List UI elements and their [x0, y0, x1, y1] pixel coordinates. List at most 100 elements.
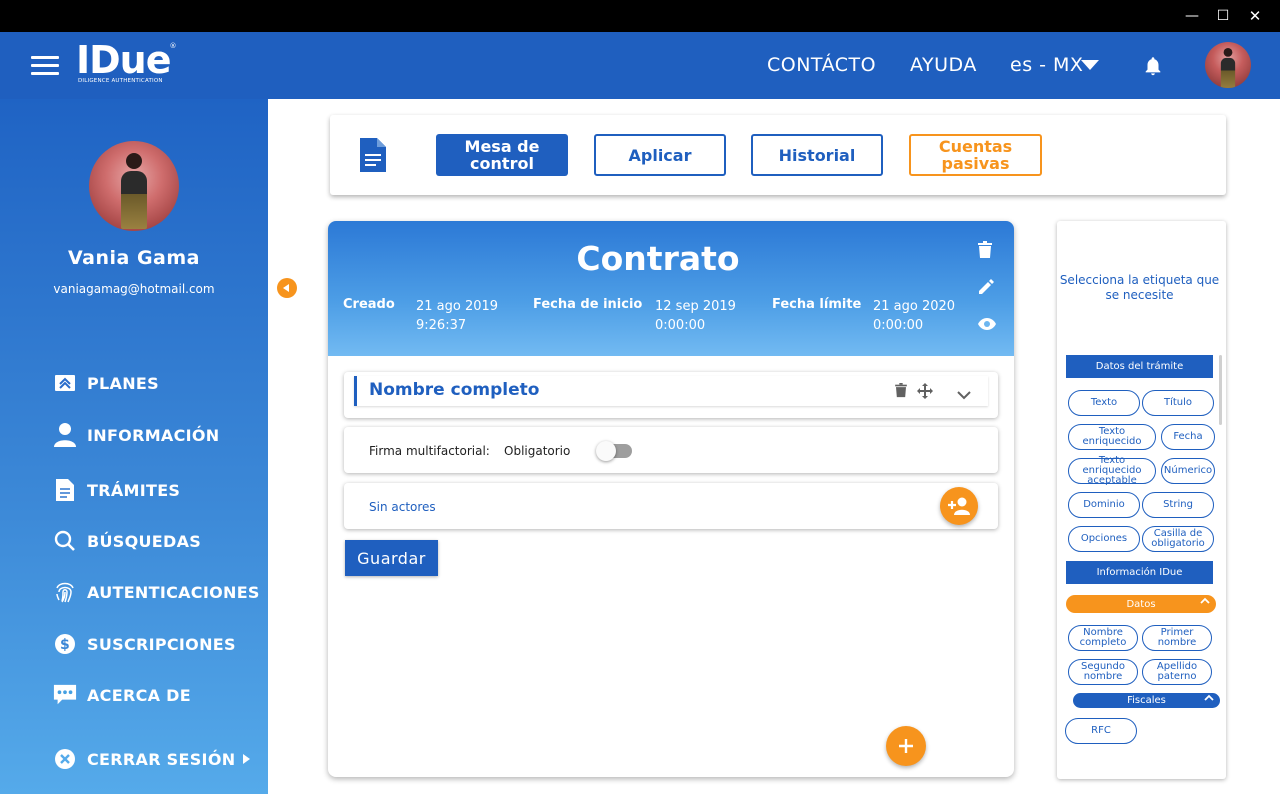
chevron-up-icon: [1204, 694, 1214, 705]
tag-fecha[interactable]: Fecha: [1161, 424, 1215, 450]
add-actor-button[interactable]: [940, 487, 978, 525]
mfa-toggle[interactable]: [596, 441, 632, 461]
save-button[interactable]: Guardar: [345, 540, 438, 576]
trash-icon[interactable]: [895, 383, 907, 402]
tag-texto[interactable]: Texto: [1068, 390, 1140, 416]
user-name: Vania Gama: [68, 247, 200, 269]
field-card-full-name: Nombre completo: [344, 372, 998, 418]
sidebar-item-label: AUTENTICACIONES: [87, 582, 260, 602]
logout-label: CERRAR SESIÓN: [87, 749, 236, 769]
collapse-sidebar-button[interactable]: [277, 278, 297, 298]
sidebar-item-label: TRÁMITES: [87, 480, 181, 500]
add-field-button[interactable]: [886, 726, 926, 766]
search-icon: [53, 529, 77, 553]
chevron-down-icon[interactable]: [1081, 60, 1099, 70]
tag-primer-nombre[interactable]: Primer nombre: [1142, 625, 1212, 651]
section-idue-header: Información IDue: [1066, 561, 1213, 584]
tag-string[interactable]: String: [1142, 492, 1214, 518]
tag-texto-enriquecido-aceptable[interactable]: Texto enriquecido aceptable: [1068, 456, 1156, 486]
dollar-icon: $: [53, 632, 77, 656]
contract-title: Contrato: [576, 239, 740, 278]
close-circle-icon: [53, 747, 77, 771]
sidebar-item-label: ACERCA DE: [87, 685, 191, 705]
sidebar-item-label: INFORMACIÓN: [87, 425, 220, 445]
nav-help-link[interactable]: AYUDA: [910, 54, 977, 76]
move-icon[interactable]: [917, 383, 933, 403]
actors-text: Sin actores: [369, 500, 436, 514]
chevron-down-icon[interactable]: [957, 385, 971, 404]
section-tramite-header: Datos del trámite: [1066, 355, 1213, 378]
window-titlebar: — ☐ ✕: [0, 0, 1280, 32]
sidebar-item-tramites[interactable]: TRÁMITES: [53, 478, 180, 502]
field-header[interactable]: Nombre completo: [354, 376, 988, 406]
tag-apellido-paterno[interactable]: Apellido paterno: [1142, 659, 1212, 685]
tag-texto-enriquecido[interactable]: Texto enriquecido: [1068, 424, 1156, 450]
contract-header: Contrato Creado 21 ago 2019 9:26:37 Fecha…: [328, 221, 1014, 356]
language-selector[interactable]: es - MX: [1010, 54, 1083, 76]
tag-casilla-obligatorio[interactable]: Casilla de obligatorio: [1142, 526, 1214, 552]
document-icon[interactable]: [360, 138, 386, 176]
user-email: vaniagamag@hotmail.com: [53, 282, 215, 296]
svg-text:$: $: [60, 637, 70, 653]
tag-nombre-completo[interactable]: Nombre completo: [1068, 625, 1138, 651]
sidebar-item-planes[interactable]: PLANES: [53, 371, 159, 395]
user-avatar[interactable]: [1205, 42, 1251, 88]
tags-hint: Selecciona la etiqueta que se necesite: [1059, 273, 1220, 302]
passive-accounts-button[interactable]: Cuentas pasivas: [909, 134, 1042, 176]
sidebar-item-busquedas[interactable]: BÚSQUEDAS: [53, 529, 201, 553]
nav-contact-link[interactable]: CONTÁCTO: [767, 54, 876, 76]
contract-card: Contrato Creado 21 ago 2019 9:26:37 Fecha…: [328, 221, 1014, 777]
tags-scrollbar[interactable]: [1219, 355, 1222, 425]
sidebar-item-informacion[interactable]: INFORMACIÓN: [53, 423, 220, 447]
edit-pencil-icon[interactable]: [978, 279, 994, 299]
datos-label: Datos: [1126, 598, 1156, 610]
sidebar-item-label: PLANES: [87, 373, 159, 393]
datos-accordion[interactable]: Datos: [1066, 595, 1216, 613]
apply-button[interactable]: Aplicar: [594, 134, 726, 176]
history-button[interactable]: Historial: [751, 134, 883, 176]
limit-date-label: Fecha límite: [772, 297, 862, 312]
minimize-button[interactable]: —: [1175, 0, 1209, 32]
fiscales-label: Fiscales: [1127, 695, 1166, 706]
mfa-row: Firma multifactorial: Obligatorio: [344, 427, 998, 473]
close-window-button[interactable]: ✕: [1238, 0, 1272, 32]
field-name-label: Nombre completo: [369, 380, 540, 400]
tag-opciones[interactable]: Opciones: [1068, 526, 1140, 552]
tag-rfc[interactable]: RFC: [1065, 718, 1137, 744]
add-person-icon: [948, 497, 970, 515]
notification-bell-icon[interactable]: [1142, 54, 1164, 82]
fingerprint-icon: [53, 580, 77, 604]
document-icon: [53, 478, 77, 502]
idue-logo: IDue ® DILIGENCE AUTHENTICATION: [76, 38, 177, 84]
profile-avatar: [89, 141, 179, 231]
caret-left-icon: [283, 284, 289, 292]
tag-numerico[interactable]: Númerico: [1161, 458, 1215, 484]
caret-right-icon: [243, 754, 251, 764]
tags-panel: Selecciona la etiqueta que se necesite D…: [1057, 221, 1226, 779]
trash-icon[interactable]: [978, 241, 992, 263]
start-date-label: Fecha de inicio: [533, 297, 643, 312]
fiscales-accordion[interactable]: Fiscales: [1073, 693, 1220, 708]
limit-date-value: 21 ago 2020 0:00:00: [873, 299, 956, 333]
sidebar-item-acerca-de[interactable]: ACERCA DE: [53, 683, 191, 707]
created-label: Creado: [343, 297, 395, 312]
tag-segundo-nombre[interactable]: Segundo nombre: [1068, 659, 1138, 685]
tag-titulo[interactable]: Título: [1142, 390, 1214, 416]
sidebar-item-autenticaciones[interactable]: AUTENTICACIONES: [53, 580, 260, 604]
plus-icon: [899, 739, 913, 753]
chevron-up-icon: [1200, 597, 1210, 608]
control-panel-button[interactable]: Mesa de control: [436, 134, 568, 176]
tag-dominio[interactable]: Dominio: [1068, 492, 1140, 518]
logout-button[interactable]: CERRAR SESIÓN: [53, 747, 251, 771]
eye-icon[interactable]: [978, 315, 996, 334]
sidebar-item-suscripciones[interactable]: $ SUSCRIPCIONES: [53, 632, 236, 656]
mfa-value: Obligatorio: [504, 444, 571, 458]
chat-icon: [53, 683, 77, 707]
created-value: 21 ago 2019 9:26:37: [416, 299, 499, 333]
maximize-button[interactable]: ☐: [1206, 0, 1240, 32]
start-date-value: 12 sep 2019 0:00:00: [655, 299, 736, 333]
person-icon: [53, 423, 77, 447]
plans-icon: [53, 371, 77, 395]
hamburger-menu-icon[interactable]: [31, 56, 59, 76]
actors-row: Sin actores: [344, 483, 998, 529]
